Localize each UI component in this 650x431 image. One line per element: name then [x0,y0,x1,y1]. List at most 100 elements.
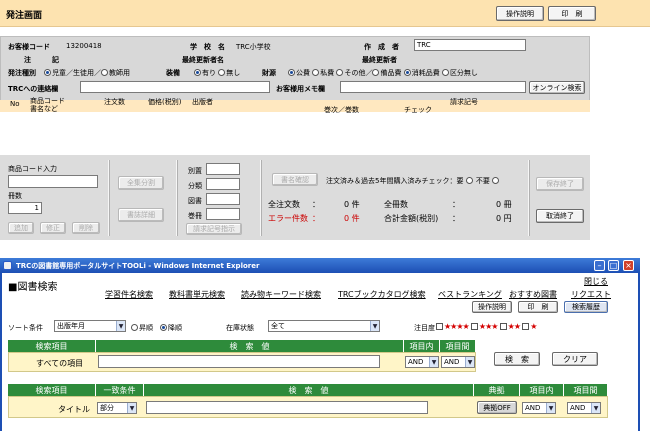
field-betsuchi-input[interactable] [206,163,240,175]
close-link[interactable]: 閉じる [584,276,608,287]
funding-public-radio[interactable] [288,69,295,76]
last-updater-label: 最終更新者 [362,56,397,64]
creator-field[interactable]: TRC [414,39,526,51]
note-label: 注 記 [24,56,59,64]
maximize-icon[interactable]: □ [608,260,619,271]
funding-consumable-label: 消耗品費 [411,69,440,77]
stock-select[interactable]: 全て ▼ [268,320,380,332]
all-items-input[interactable] [98,355,380,368]
binding-no-label: 無し [226,69,241,77]
within-select-2-value: AND [525,404,541,412]
close-window-icon[interactable]: × [623,260,634,271]
ie-print-button[interactable]: 印 刷 [518,301,558,313]
total-amount-value: 0 円 [496,214,512,223]
nav-link-study-subject[interactable]: 学習件名検索 [105,289,153,300]
col-qty-header: 注文数 [104,98,125,106]
between-header: 項目間 [440,340,476,352]
funding-none-radio[interactable] [441,69,449,76]
nav-link-trc-catalog[interactable]: TRCブックカタログ検索 [338,289,426,300]
purchase-check-yes-radio[interactable] [465,177,473,184]
delete-button[interactable]: 削除 [72,222,100,234]
within-select-2[interactable]: AND ▼ [522,402,556,414]
product-code-input[interactable] [8,175,98,188]
title-input[interactable] [146,401,428,414]
binding-yes-label: 有り [202,69,216,77]
fix-button[interactable]: 修正 [40,222,66,234]
save-end-button[interactable]: 保存終了 [536,177,584,191]
search-item-header-2: 検索項目 [8,384,96,396]
cancel-end-button[interactable]: 取消終了 [536,209,584,223]
field-kansatsu-input[interactable] [206,208,240,220]
minimize-icon[interactable]: – [594,260,605,271]
chevron-down-icon: ▼ [429,357,438,367]
nav-link-best-ranking[interactable]: ベストランキング [438,289,502,300]
chevron-down-icon: ▼ [127,403,136,413]
copies-label: 冊数 [8,192,22,200]
funding-equipment-label: 備品費 [380,69,402,77]
request-symbol-button[interactable]: 請求記号指示 [186,223,242,235]
divider [260,160,261,236]
rating-4-checkbox[interactable] [436,323,443,330]
source-header: 典拠 [474,384,520,396]
print-button[interactable]: 印 刷 [548,6,596,21]
order-table-header [0,100,590,112]
order-type-teacher-label: 教師用 [109,69,130,77]
col-volume-header: 巻次／巻数 [324,106,359,114]
asc-radio[interactable] [131,324,138,331]
search-button[interactable]: 検 索 [494,352,540,366]
ie-help-button[interactable]: 操作説明 [472,301,512,313]
customer-memo-field[interactable] [340,81,526,93]
nav-link-recommended[interactable]: おすすめ図書 [509,289,557,300]
nav-link-request[interactable]: リクエスト [571,289,611,300]
purchase-check-no-radio[interactable] [492,177,500,184]
field-tosho-input[interactable] [206,193,240,205]
col-publisher-header: 出版者 [192,98,213,106]
desc-radio[interactable] [160,324,167,331]
funding-private-radio[interactable] [312,69,320,76]
field-bunrui-input[interactable] [206,178,240,190]
total-amount-label: 合計金額(税別) [384,214,439,223]
search-value-header-2: 検 索 値 [144,384,474,396]
source-off-button[interactable]: 典拠OFF [477,401,517,414]
funding-consumable-radio[interactable] [403,69,411,76]
funding-other-radio[interactable] [336,69,344,76]
attention-label: 注目度 [414,324,435,332]
online-search-button[interactable]: オンライン検索 [529,81,585,94]
match-select[interactable]: 部分 ▼ [97,402,137,414]
within-select[interactable]: AND ▼ [405,356,439,368]
copies-input[interactable]: 1 [8,202,42,214]
order-type-child-radio[interactable] [44,69,51,76]
col-request-header: 請求記号 [450,98,478,106]
sort-select[interactable]: 出版年月 ▼ [54,320,126,332]
divider [108,160,109,236]
trc-contact-field[interactable] [80,81,270,93]
rating-3-checkbox[interactable] [470,323,478,330]
add-button[interactable]: 追加 [8,222,34,234]
match-select-value: 部分 [100,404,114,412]
funding-equipment-radio[interactable] [372,69,380,76]
between-select-2[interactable]: AND ▼ [567,402,601,414]
book-detail-button[interactable]: 書誌詳細 [118,208,164,222]
rating-2-checkbox[interactable] [499,323,507,330]
rating-1-checkbox[interactable] [522,323,530,330]
funding-options: 公費 私費 その他／ 備品費 消耗品費 区分無し [288,68,478,78]
chevron-down-icon: ▼ [116,321,125,331]
chevron-down-icon: ▼ [546,403,555,413]
help-button[interactable]: 操作説明 [496,6,544,21]
funding-other-label: その他 [344,69,366,77]
nav-link-textbook-unit[interactable]: 教科書単元検索 [169,289,225,300]
nav-link-reading-keyword[interactable]: 読み物キーワード検索 [241,289,321,300]
binding-no-radio[interactable] [218,69,226,76]
all-split-button[interactable]: 全集分割 [118,176,164,190]
title-label: タイトル [58,405,90,414]
between-select[interactable]: AND ▼ [441,356,475,368]
search-history-button[interactable]: 検索履歴 [564,301,608,313]
title-confirm-button[interactable]: 書名確認 [272,173,318,186]
clear-button[interactable]: クリア [552,352,598,366]
chevron-down-icon: ▼ [370,321,379,331]
binding-yes-radio[interactable] [194,69,201,76]
purchase-check-no-label: 不要 [475,177,490,185]
order-type-teacher-radio[interactable] [101,69,108,76]
colon: ： [312,214,320,223]
sort-label: ソート条件 [8,324,43,332]
